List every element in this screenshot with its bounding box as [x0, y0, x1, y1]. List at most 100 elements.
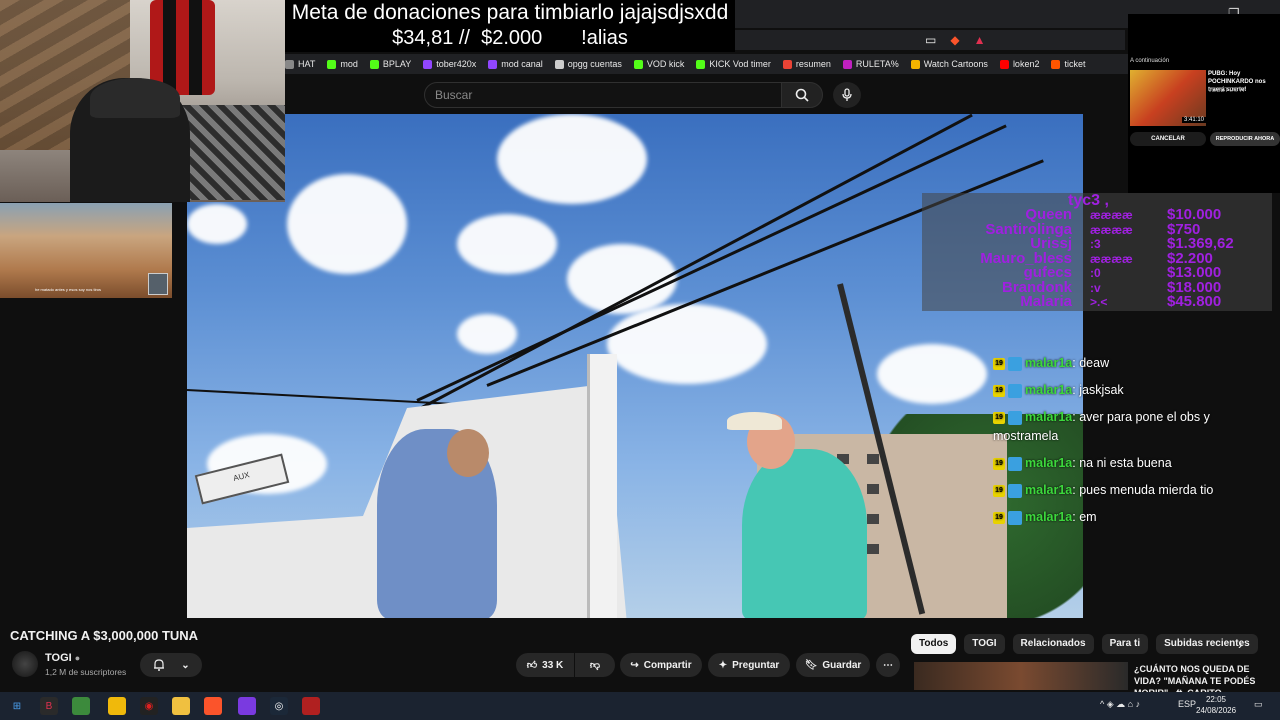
file-explorer-icon[interactable] — [172, 697, 190, 715]
chevron-right-icon[interactable]: › — [1238, 636, 1243, 652]
share-button[interactable]: ↪ Compartir — [620, 653, 702, 677]
sub-badge-icon: 19 — [993, 411, 1005, 424]
chat-message: 19 malar1a: deaw — [993, 354, 1263, 373]
tray-icons[interactable]: ^ ◈ ☁ ⌂ ♪ — [1100, 699, 1140, 710]
channel-name[interactable]: TOGI ● — [45, 652, 80, 664]
bookmark-item[interactable]: mod canal — [488, 59, 543, 69]
chat-message: 19 malar1a: em — [993, 508, 1263, 527]
bookmark-item[interactable]: resumen — [782, 59, 831, 69]
search-icon — [795, 88, 809, 102]
steam-icon[interactable]: ◎ — [270, 697, 288, 715]
game-launcher-icon[interactable]: ◉ — [140, 697, 158, 715]
user-avatar-icon — [1008, 383, 1022, 398]
voice-search-button[interactable] — [833, 82, 861, 108]
search-button[interactable] — [781, 82, 823, 108]
bookmark-item[interactable]: HAT — [285, 59, 315, 69]
bookmark-item[interactable]: BPLAY — [369, 59, 411, 69]
address-bar-icons: ▭ ◆ ▲ — [925, 33, 985, 47]
channel-avatar[interactable] — [12, 651, 38, 677]
like-count: 33 K — [542, 659, 564, 671]
nvidia-icon[interactable] — [72, 697, 90, 715]
truck-door — [587, 354, 617, 618]
leaderboard-name: Queen — [1025, 206, 1072, 223]
cloud — [287, 174, 407, 274]
binance-icon[interactable] — [108, 697, 126, 715]
bookmark-label: tober420x — [436, 59, 477, 69]
brave-browser-icon[interactable] — [204, 697, 222, 715]
chat-message: 19 malar1a: aver para pone el obs y mostr… — [993, 408, 1263, 446]
search-input[interactable]: Buscar — [424, 82, 782, 108]
obs-icon[interactable] — [238, 697, 256, 715]
bookmark-label: Watch Cartoons — [923, 59, 988, 69]
chat-username[interactable]: malar1a — [1025, 356, 1072, 370]
sub-badge-icon: 19 — [993, 457, 1005, 470]
play-now-button[interactable]: REPRODUCIR AHORA — [1210, 132, 1280, 146]
bookmark-item[interactable]: tober420x — [423, 59, 476, 69]
app-icon[interactable]: B — [40, 697, 58, 715]
bookmark-item[interactable]: RULETA% — [842, 59, 899, 69]
cast-icon[interactable]: ▭ — [925, 33, 936, 47]
share-label: Compartir — [643, 659, 692, 671]
channel-name-text: TOGI — [45, 652, 72, 664]
chat-username[interactable]: malar1a — [1025, 483, 1072, 497]
share-icon: ↪ — [630, 659, 639, 671]
donation-goal-banner: Meta de donaciones para timbiarlo jajajs… — [285, 0, 735, 52]
thumbs-up-icon: 👍︎ — [526, 660, 538, 671]
filter-chip[interactable]: TOGI — [964, 634, 1005, 654]
bookmark-label: HAT — [298, 59, 316, 69]
sub-badge-icon: 19 — [993, 511, 1005, 524]
video-player[interactable]: AUX — [187, 114, 1083, 618]
webcam-overlay — [0, 0, 285, 202]
cloud — [187, 204, 247, 244]
brave-rewards-icon[interactable]: ▲ — [974, 33, 986, 47]
more-actions-button[interactable]: ⋯ — [876, 653, 900, 677]
bookmark-item[interactable]: VOD kick — [633, 59, 684, 69]
chat-message: 19 malar1a: na ni esta buena — [993, 454, 1263, 473]
language-indicator[interactable]: ESP — [1178, 699, 1196, 709]
bookmark-item[interactable]: mod — [327, 59, 358, 69]
bookmark-item[interactable]: KICK Vod timer — [696, 59, 771, 69]
save-button[interactable]: 🔖︎ Guardar — [796, 653, 870, 677]
verified-icon: ● — [74, 653, 81, 663]
cloud — [607, 304, 767, 384]
leaderboard-emote: ææææ — [1090, 208, 1133, 222]
subscriber-count: 1,2 M de suscriptores — [45, 667, 127, 677]
brave-shield-icon[interactable]: ◆ — [950, 33, 959, 47]
bookmark-item[interactable]: ticket — [1051, 59, 1085, 69]
like-button[interactable]: 👍︎ 33 K — [516, 653, 574, 677]
bookmark-favicon-icon — [327, 59, 337, 69]
filter-chip[interactable]: Relacionados — [1012, 634, 1094, 654]
user-avatar-icon — [1008, 483, 1022, 498]
bookmark-favicon-icon — [999, 59, 1009, 69]
bookmark-item[interactable]: Watch Cartoons — [910, 59, 988, 69]
bookmark-favicon-icon — [369, 59, 379, 69]
leaderboard-emote: ææææ — [1090, 222, 1133, 237]
user-avatar-icon — [1008, 356, 1022, 371]
sparkle-icon: ✦ — [718, 659, 728, 671]
man-in-teal-shirt — [742, 449, 867, 618]
dislike-button[interactable]: 👎︎ — [575, 653, 615, 677]
clock-time: 22:05 — [1205, 695, 1227, 704]
notification-icon[interactable]: ▭ — [1254, 699, 1263, 710]
chat-username[interactable]: malar1a — [1025, 410, 1072, 424]
chat-username[interactable]: malar1a — [1025, 510, 1072, 524]
bookmark-favicon-icon — [423, 59, 433, 69]
subscribed-bell-button[interactable]: ⌄ — [140, 653, 202, 677]
bookmark-label: opgg cuentas — [567, 59, 622, 69]
chat-username[interactable]: malar1a — [1025, 383, 1072, 397]
filter-chip[interactable]: Para ti — [1101, 634, 1149, 654]
recommended-video-thumbnail[interactable] — [914, 662, 1128, 690]
chat-username[interactable]: malar1a — [1025, 456, 1072, 470]
windows-start-icon[interactable]: ⊞ — [8, 697, 26, 715]
valorant-icon[interactable] — [302, 697, 320, 715]
taskbar-clock[interactable]: 22:05 24/08/2026 — [1196, 694, 1236, 716]
next-video-channel: VEGETTA777 — [1208, 88, 1246, 94]
bookmark-item[interactable]: opgg cuentas — [554, 59, 622, 69]
cancel-autoplay-button[interactable]: CANCELAR — [1130, 132, 1206, 146]
bookmark-favicon-icon — [488, 59, 498, 69]
bookmark-item[interactable]: loken2 — [999, 59, 1039, 69]
filter-chip[interactable]: Todos — [911, 634, 957, 654]
game-subtitle: he matado antes y esos soy nos tiros — [35, 287, 102, 292]
save-label: Guardar — [822, 659, 862, 671]
ask-button[interactable]: ✦ Preguntar — [708, 653, 790, 677]
